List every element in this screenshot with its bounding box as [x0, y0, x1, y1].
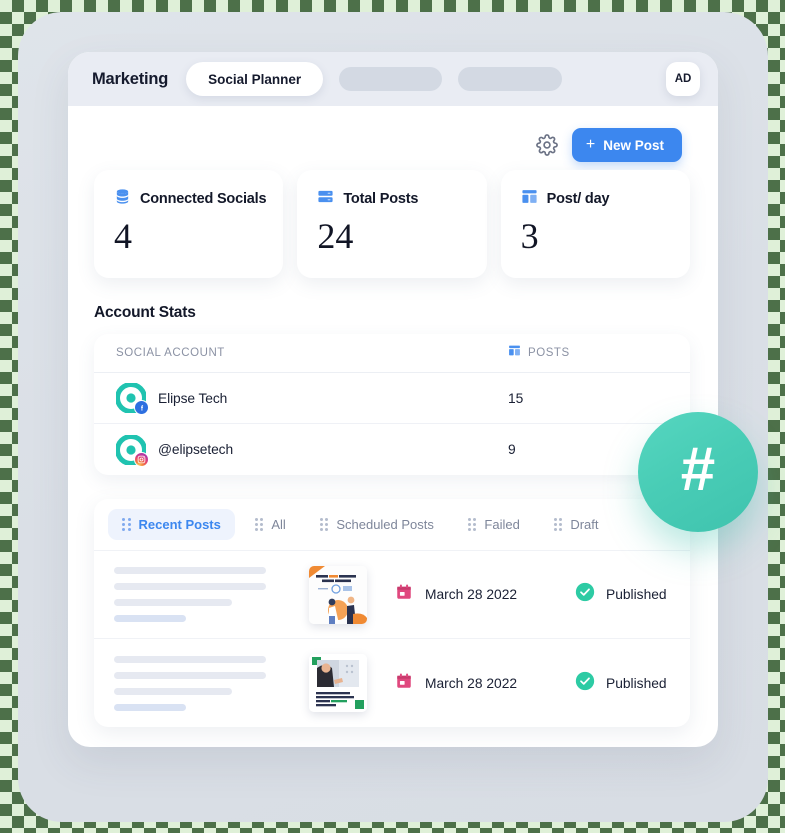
post-content-placeholder — [114, 567, 309, 623]
check-circle-icon — [575, 582, 595, 607]
calendar-icon — [395, 583, 413, 606]
account-cell: @elipsetech — [115, 433, 508, 467]
post-thumbnail[interactable] — [309, 565, 367, 624]
database-icon — [114, 188, 131, 210]
post-date: March 28 2022 — [425, 675, 518, 691]
tab-scheduled-posts[interactable]: Scheduled Posts — [306, 509, 448, 540]
tab-all[interactable]: All — [241, 509, 300, 540]
tab-placeholder-1[interactable] — [339, 67, 443, 91]
stat-label: Total Posts — [343, 191, 419, 207]
avatar[interactable]: AD — [666, 62, 700, 96]
instagram-badge-icon — [134, 451, 149, 467]
page-title: Marketing — [92, 69, 169, 88]
hash-icon: # — [680, 435, 716, 504]
tab-label: Recent Posts — [138, 517, 221, 533]
stat-value: 4 — [114, 216, 132, 256]
facebook-badge-icon — [134, 400, 149, 416]
layout-icon — [521, 188, 538, 210]
tab-placeholder-2[interactable] — [458, 67, 563, 91]
column-header-social-account: SOCIAL ACCOUNT — [116, 347, 225, 360]
stat-card-header: Post/ day — [521, 188, 674, 210]
stat-card-total-posts[interactable]: Total Posts 24 — [297, 170, 487, 279]
account-posts-count: 15 — [508, 390, 524, 406]
drag-handle-icon — [254, 518, 264, 532]
gear-icon[interactable] — [536, 134, 558, 156]
tab-draft[interactable]: Draft — [540, 509, 613, 540]
table-header: SOCIAL ACCOUNT POSTS — [94, 334, 690, 374]
stat-card-header: Connected Socials — [114, 188, 267, 210]
new-post-button[interactable]: + New Post — [571, 128, 682, 162]
tab-label: Failed — [484, 517, 520, 533]
post-row[interactable]: March 28 2022 Published — [94, 551, 690, 640]
stat-card-connected-socials[interactable]: Connected Socials 4 — [94, 170, 284, 279]
drag-handle-icon — [467, 518, 477, 532]
account-name: Elipse Tech — [158, 390, 228, 406]
account-stats-table: SOCIAL ACCOUNT POSTS Elipse Tech 15 @eli… — [94, 334, 690, 476]
table-row[interactable]: Elipse Tech 15 — [94, 373, 690, 425]
column-header-posts-label: POSTS — [528, 347, 570, 360]
account-avatar — [115, 382, 149, 416]
section-title-account-stats: Account Stats — [94, 304, 196, 322]
tab-label: Scheduled Posts — [336, 517, 434, 533]
account-name: @elipsetech — [158, 442, 234, 458]
table-row[interactable]: @elipsetech 9 — [94, 424, 690, 475]
stat-card-header: Total Posts — [317, 188, 470, 210]
status-badge: Published — [606, 675, 667, 691]
account-posts-count: 9 — [508, 442, 516, 458]
post-thumbnail[interactable] — [309, 654, 367, 713]
account-cell: Elipse Tech — [115, 382, 508, 416]
top-bar: Marketing Social Planner AD — [68, 52, 718, 106]
plus-icon: + — [585, 136, 596, 153]
drag-handle-icon — [319, 518, 329, 532]
status-badge: Published — [606, 587, 667, 603]
column-header-posts: POSTS — [508, 344, 570, 362]
action-row: + New Post — [68, 106, 718, 168]
post-status-cell: Published — [575, 582, 667, 607]
calendar-icon — [395, 672, 413, 695]
post-date-cell: March 28 2022 — [395, 583, 575, 606]
tab-recent-posts[interactable]: Recent Posts — [108, 509, 235, 541]
canvas-backdrop: Marketing Social Planner AD + New Post C… — [0, 0, 785, 833]
posts-panel: Recent Posts All Scheduled Posts Failed … — [94, 499, 690, 728]
drag-handle-icon — [122, 518, 131, 532]
posts-tabs: Recent Posts All Scheduled Posts Failed … — [94, 499, 690, 552]
app-window: Marketing Social Planner AD + New Post C… — [68, 52, 758, 747]
server-icon — [317, 188, 334, 210]
stat-label: Post/ day — [546, 191, 610, 207]
post-date-cell: March 28 2022 — [395, 672, 575, 695]
layout-icon — [508, 344, 521, 362]
stat-value: 24 — [317, 216, 354, 256]
tab-label: All — [271, 517, 286, 533]
tab-label: Draft — [570, 517, 599, 533]
new-post-label: New Post — [603, 137, 664, 153]
stat-value: 3 — [520, 216, 539, 256]
drag-handle-icon — [553, 518, 563, 532]
post-date: March 28 2022 — [425, 587, 518, 603]
hashtag-floating-badge: # — [638, 412, 758, 532]
post-status-cell: Published — [575, 671, 667, 696]
account-avatar — [115, 433, 149, 467]
post-content-placeholder — [114, 655, 309, 711]
tab-social-planner[interactable]: Social Planner — [186, 62, 324, 96]
tab-failed[interactable]: Failed — [454, 509, 534, 540]
post-row[interactable]: March 28 2022 Published — [94, 639, 690, 727]
check-circle-icon — [575, 671, 595, 696]
stat-cards: Connected Socials 4 Total Posts 24 Post/… — [68, 168, 718, 279]
stat-card-post-per-day[interactable]: Post/ day 3 — [500, 170, 690, 279]
stat-label: Connected Socials — [140, 191, 267, 207]
